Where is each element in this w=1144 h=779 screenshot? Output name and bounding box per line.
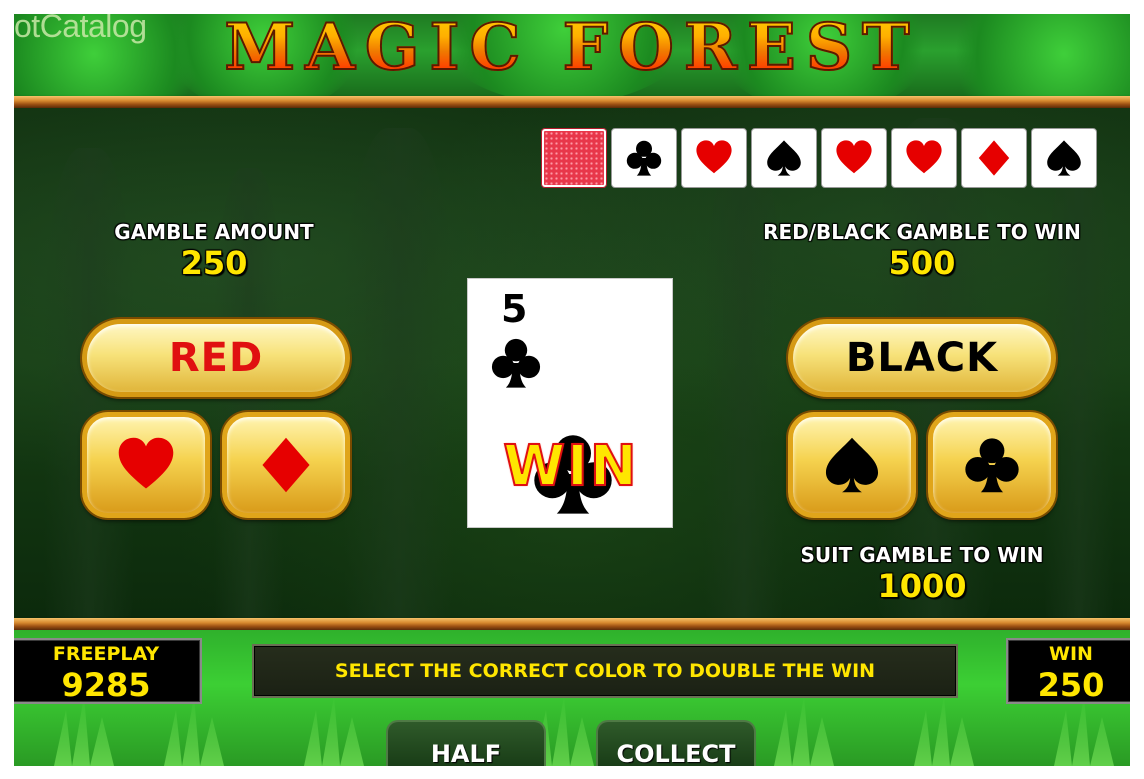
freeplay-value: 9285 bbox=[61, 666, 151, 704]
club-icon bbox=[961, 434, 1023, 496]
win-value: 250 bbox=[1037, 666, 1105, 704]
spade-icon bbox=[1044, 138, 1084, 178]
spade-button[interactable] bbox=[788, 412, 916, 518]
heart-icon bbox=[834, 138, 874, 178]
heart-icon bbox=[115, 434, 177, 496]
gamble-amount-value: 250 bbox=[180, 244, 248, 282]
black-button[interactable]: BLACK bbox=[788, 319, 1056, 397]
history-card bbox=[891, 128, 957, 188]
message-box: SELECT THE CORRECT COLOR TO DOUBLE THE W… bbox=[252, 644, 958, 698]
heart-button[interactable] bbox=[82, 412, 210, 518]
heart-icon bbox=[904, 138, 944, 178]
spade-icon bbox=[821, 434, 883, 496]
collect-button[interactable]: COLLECT bbox=[596, 720, 756, 766]
diamond-button[interactable] bbox=[222, 412, 350, 518]
half-button[interactable]: HALF bbox=[386, 720, 546, 766]
win-overlay-text: WIN bbox=[502, 433, 639, 500]
card-back-icon bbox=[542, 129, 606, 187]
game-title: MAGIC FOREST bbox=[14, 14, 1130, 86]
red-black-gamble-label: RED/BLACK GAMBLE TO WIN bbox=[763, 220, 1081, 244]
history-card bbox=[751, 128, 817, 188]
suit-gamble-value: 1000 bbox=[877, 567, 967, 605]
diamond-icon bbox=[255, 434, 317, 496]
game-screen: otCatalog MAGIC FOREST bbox=[14, 14, 1130, 766]
win-box: WIN 250 bbox=[1006, 638, 1130, 704]
club-icon bbox=[624, 138, 664, 178]
history-card bbox=[681, 128, 747, 188]
card-rank: 5 bbox=[501, 287, 528, 331]
freeplay-label: FREEPLAY bbox=[52, 643, 160, 665]
gamble-amount-label: GAMBLE AMOUNT bbox=[114, 220, 314, 244]
top-gold-rail bbox=[14, 96, 1130, 108]
message-text: SELECT THE CORRECT COLOR TO DOUBLE THE W… bbox=[334, 660, 876, 682]
current-card: 5 WIN bbox=[467, 278, 673, 528]
top-banner: otCatalog MAGIC FOREST bbox=[14, 14, 1130, 96]
history-card bbox=[961, 128, 1027, 188]
diamond-icon bbox=[974, 138, 1014, 178]
heart-icon bbox=[694, 138, 734, 178]
freeplay-box: FREEPLAY 9285 bbox=[14, 638, 202, 704]
bottom-gold-rail bbox=[14, 618, 1130, 630]
club-button[interactable] bbox=[928, 412, 1056, 518]
history-card bbox=[611, 128, 677, 188]
win-label: WIN bbox=[1049, 643, 1093, 665]
red-button[interactable]: RED bbox=[82, 319, 350, 397]
suit-gamble-label: SUIT GAMBLE TO WIN bbox=[800, 543, 1044, 567]
history-card bbox=[1031, 128, 1097, 188]
spade-icon bbox=[764, 138, 804, 178]
club-icon bbox=[488, 335, 544, 391]
history-card bbox=[821, 128, 887, 188]
red-black-gamble-value: 500 bbox=[888, 244, 956, 282]
card-history bbox=[541, 128, 1097, 190]
history-card bbox=[541, 128, 607, 188]
